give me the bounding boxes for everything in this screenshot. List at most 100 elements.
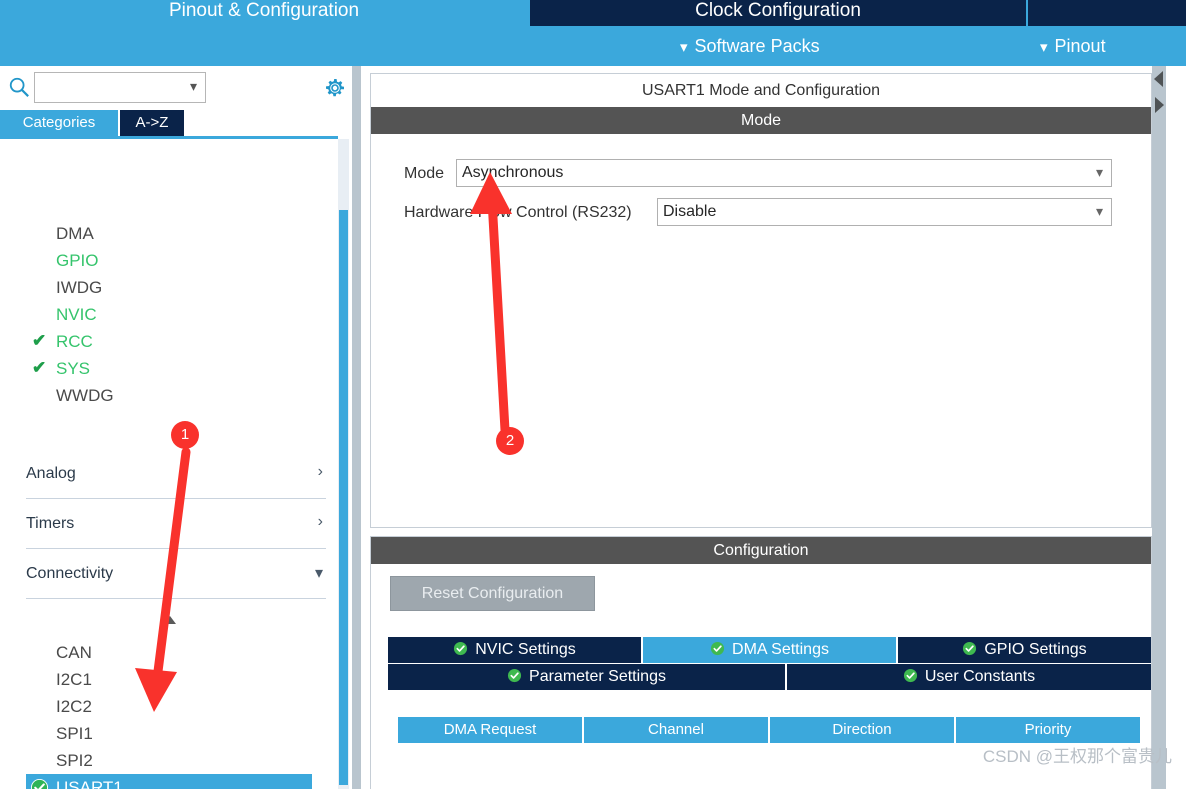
table-header-priority[interactable]: Priority	[956, 717, 1140, 743]
chevron-right-icon: ›	[317, 513, 323, 530]
table-header-label: Channel	[648, 721, 704, 738]
reset-configuration-button[interactable]: Reset Configuration	[390, 576, 595, 611]
sidebar-item-dma[interactable]: DMA	[0, 220, 338, 247]
tab-parameter-settings-label: Parameter Settings	[529, 668, 666, 685]
menu-pinout-label: Pinout	[1054, 36, 1106, 56]
tab-a-to-z-label: A->Z	[135, 114, 169, 131]
sidebar-item-spi2[interactable]: SPI2	[26, 747, 312, 774]
chevron-right-icon: ›	[317, 463, 323, 480]
table-header-direction[interactable]: Direction	[770, 717, 954, 743]
chevron-down-icon: ▾	[1040, 39, 1048, 56]
sidebar-item-i2c1[interactable]: I2C1	[26, 666, 312, 693]
sidebar-item-label: IWDG	[56, 278, 103, 297]
tab-user-constants-label: User Constants	[924, 668, 1036, 685]
search-combobox[interactable]: ▾	[34, 72, 206, 103]
scroll-up-arrow-icon[interactable]	[162, 614, 178, 628]
annotation-marker-2-label: 2	[505, 432, 515, 449]
annotation-marker-2: 2	[496, 427, 524, 455]
tab-user-constants[interactable]: User Constants	[787, 664, 1151, 690]
right-collapse-strip[interactable]	[1152, 66, 1166, 789]
tab-pinout-configuration[interactable]: Pinout & Configuration	[0, 0, 528, 26]
hardware-flow-control-select[interactable]: Disable ▾	[657, 198, 1112, 226]
menu-pinout[interactable]: ▾ Pinout	[1040, 32, 1106, 60]
check-icon: ✔	[32, 331, 47, 350]
sidebar-item-nvic[interactable]: NVIC	[0, 301, 338, 328]
page-title: USART1 Mode and Configuration	[371, 74, 1151, 107]
sidebar-item-label: USART1	[56, 778, 123, 789]
tab-parameter-settings[interactable]: Parameter Settings	[388, 664, 785, 690]
chevron-down-icon: ▾	[680, 39, 688, 56]
sidebar-item-label: RCC	[56, 332, 93, 351]
check-icon: ✔	[32, 358, 47, 377]
sidebar-group-label: Timers	[26, 515, 75, 532]
sidebar-group-label: Analog	[26, 465, 76, 482]
tab-categories[interactable]: Categories	[0, 110, 118, 136]
table-header-channel[interactable]: Channel	[584, 717, 768, 743]
table-header-label: DMA Request	[443, 721, 537, 738]
check-circle-icon	[710, 641, 725, 656]
sidebar-item-i2c2[interactable]: I2C2	[26, 693, 312, 720]
chevron-down-icon[interactable]: ▾	[190, 78, 197, 95]
hardware-flow-control-value: Disable	[663, 203, 717, 220]
sidebar-item-label: WWDG	[56, 386, 114, 405]
sidebar-item-wwdg[interactable]: WWDG	[0, 382, 338, 409]
collapse-right-arrow-icon[interactable]	[1152, 94, 1166, 116]
tab-extra[interactable]	[1028, 0, 1186, 26]
sidebar-item-label: I2C2	[56, 697, 92, 716]
sidebar-group-connectivity[interactable]: Connectivity ▾	[26, 553, 326, 599]
sidebar-group-analog[interactable]: Analog ›	[26, 453, 326, 499]
chevron-down-icon: ▾	[1095, 203, 1103, 219]
hardware-flow-control-label: Hardware Flow Control (RS232)	[404, 204, 632, 221]
tab-categories-label: Categories	[22, 114, 96, 131]
peripheral-list: DMA GPIO IWDG NVIC ✔ RCC ✔ SYS WWDG Anal…	[0, 139, 338, 789]
annotation-marker-1-label: 1	[180, 426, 190, 443]
chevron-down-icon: ▾	[1095, 164, 1103, 180]
configuration-band: Configuration	[371, 537, 1151, 564]
sidebar-item-label: DMA	[56, 224, 94, 243]
gear-icon[interactable]	[323, 76, 347, 100]
table-header-label: Direction	[832, 721, 892, 738]
sidebar-item-label: SYS	[56, 359, 91, 378]
sidebar-item-label: GPIO	[56, 251, 99, 270]
sidebar-item-label: NVIC	[56, 305, 97, 324]
search-icon[interactable]	[8, 76, 30, 98]
tab-dma-settings-label: DMA Settings	[732, 641, 829, 658]
reset-configuration-label: Reset Configuration	[421, 585, 564, 602]
tab-dma-settings[interactable]: DMA Settings	[643, 637, 896, 663]
tab-clock-configuration[interactable]: Clock Configuration	[530, 0, 1026, 26]
sidebar-item-usart1[interactable]: USART1	[26, 774, 312, 789]
mode-panel: USART1 Mode and Configuration Mode Mode …	[370, 73, 1152, 528]
sidebar-scrollbar-thumb[interactable]	[339, 210, 348, 785]
tab-gpio-settings[interactable]: GPIO Settings	[898, 637, 1151, 663]
menu-software-packs[interactable]: ▾ Software Packs	[680, 32, 820, 60]
sidebar-group-timers[interactable]: Timers ›	[26, 503, 326, 549]
check-circle-icon	[903, 668, 917, 683]
sidebar-item-label: SPI1	[56, 724, 93, 743]
tab-a-to-z[interactable]: A->Z	[120, 110, 184, 136]
table-header-dma-request[interactable]: DMA Request	[398, 717, 582, 743]
sidebar-item-label: CAN	[56, 643, 92, 662]
search-input[interactable]	[39, 76, 189, 100]
mode-select-value: Asynchronous	[462, 164, 564, 181]
sidebar-item-gpio[interactable]: GPIO	[0, 247, 338, 274]
cubemx-window: Pinout & Configuration Clock Configurati…	[0, 0, 1186, 789]
tab-nvic-settings[interactable]: NVIC Settings	[388, 637, 641, 663]
sidebar-item-rcc[interactable]: ✔ RCC	[0, 328, 338, 355]
panel-divider[interactable]	[352, 66, 361, 789]
mode-select[interactable]: Asynchronous ▾	[456, 159, 1112, 187]
sidebar-item-sys[interactable]: ✔ SYS	[0, 355, 338, 382]
configuration-area: USART1 Mode and Configuration Mode Mode …	[361, 66, 1186, 789]
sidebar-item-can[interactable]: CAN	[26, 639, 312, 666]
sidebar-item-label: SPI2	[56, 751, 93, 770]
sidebar-item-spi1[interactable]: SPI1	[26, 720, 312, 747]
table-header-label: Priority	[1024, 721, 1072, 738]
sidebar-item-iwdg[interactable]: IWDG	[0, 274, 338, 301]
sub-toolbar: ▾ Software Packs ▾ Pinout	[0, 26, 1186, 66]
chevron-down-icon: ▾	[314, 565, 323, 582]
mode-band: Mode	[371, 107, 1151, 134]
tab-pinout-configuration-label: Pinout & Configuration	[168, 0, 360, 21]
tab-clock-configuration-label: Clock Configuration	[695, 0, 861, 21]
collapse-left-arrow-icon[interactable]	[1152, 68, 1166, 90]
tab-gpio-settings-label: GPIO Settings	[984, 641, 1087, 658]
tab-nvic-settings-label: NVIC Settings	[475, 641, 576, 658]
